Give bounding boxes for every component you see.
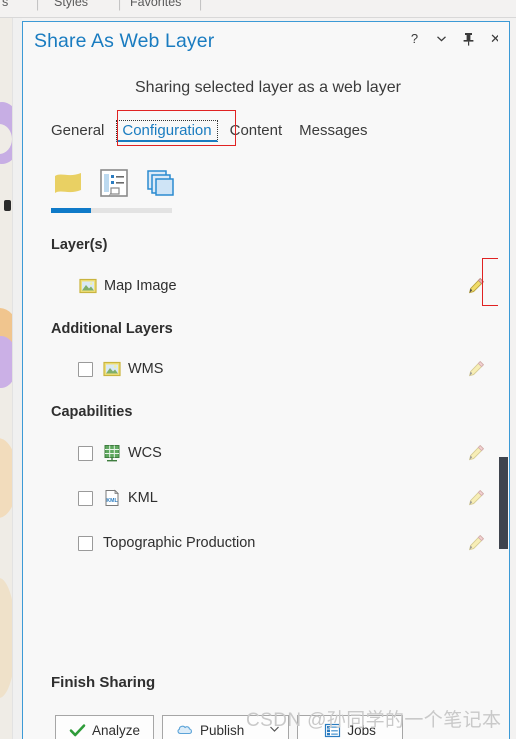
list-item-topographic-production[interactable]: Topographic Production (51, 528, 495, 558)
map-image-icon (79, 277, 97, 295)
map-vertical-scrollbar[interactable] (12, 18, 22, 739)
list-item-wms[interactable]: WMS (51, 354, 495, 384)
tab-bar: General Configuration Content Messages (46, 120, 380, 142)
ribbon-tab-favorites[interactable]: Favorites (130, 0, 181, 9)
chevron-down-glyph (437, 36, 446, 42)
window-controls: ? ✕ (407, 31, 503, 46)
pane-subtitle: Sharing selected layer as a web layer (135, 79, 401, 96)
ribbon-separator-1: | (118, 0, 122, 11)
edit-pencil-icon-map-image[interactable] (465, 275, 487, 297)
ribbon-tab-0[interactable]: s (2, 0, 8, 9)
tab-messages[interactable]: Messages (294, 121, 372, 142)
section-title-additional-layers: Additional Layers (51, 321, 173, 337)
edit-pencil-icon-topographic-production[interactable] (465, 532, 487, 554)
checkbox-topographic-production[interactable] (78, 535, 93, 551)
map-background-sliver (0, 18, 22, 739)
configuration-icon-strip (51, 166, 177, 200)
checkbox-kml[interactable] (78, 490, 93, 506)
list-item-label: Map Image (104, 278, 177, 294)
jobs-button[interactable]: Jobs (297, 715, 403, 739)
wcs-grid-icon (103, 444, 121, 462)
list-item-label: KML (128, 490, 158, 506)
checkbox-wms[interactable] (78, 361, 93, 377)
screen: s | Styles | Favorites | Share As Web La… (0, 0, 516, 739)
finish-sharing-button-row: Analyze Publish Jobs (55, 715, 403, 739)
edit-pencil-icon-wms[interactable] (465, 358, 487, 380)
list-item-wcs[interactable]: WCS (51, 438, 495, 468)
checkbox-wcs[interactable] (78, 445, 93, 461)
edit-pencil-icon-wcs[interactable] (465, 442, 487, 464)
chevron-down-icon[interactable] (269, 725, 280, 735)
analyze-button-label: Analyze (92, 722, 141, 738)
map-layer-icon[interactable] (51, 166, 85, 200)
copies-icon[interactable] (143, 166, 177, 200)
list-item-map-image[interactable]: Map Image (51, 271, 495, 301)
publish-button[interactable]: Publish (162, 715, 290, 739)
jobs-button-label: Jobs (347, 722, 376, 738)
map-image-icon (103, 360, 121, 378)
share-as-web-layer-pane: Share As Web Layer ? ✕ Sharing selected … (22, 21, 510, 739)
edit-pencil-icon-kml[interactable] (465, 487, 487, 509)
publish-button-label: Publish (200, 722, 245, 738)
list-item-kml[interactable]: KML KML (51, 483, 495, 513)
analyze-button[interactable]: Analyze (55, 715, 155, 739)
list-item-label: WCS (128, 445, 162, 461)
section-title-capabilities: Capabilities (51, 404, 133, 420)
list-item-label: WMS (128, 361, 164, 377)
list-item-label: Topographic Production (103, 535, 256, 551)
ribbon-separator-0: | (36, 0, 40, 11)
tab-content[interactable]: Content (225, 121, 288, 142)
tab-configuration[interactable]: Configuration (116, 120, 218, 142)
section-title-layers: Layer(s) (51, 237, 108, 253)
ribbon-tab-styles[interactable]: Styles (54, 0, 88, 9)
cloud-icon (176, 722, 193, 739)
pin-icon[interactable] (461, 31, 476, 46)
green-check-icon (69, 722, 86, 739)
pane-header: Share As Web Layer ? ✕ (23, 22, 509, 58)
svg-text:KML: KML (106, 498, 118, 504)
section-title-finish-sharing: Finish Sharing (51, 674, 156, 691)
configuration-progress-bar[interactable] (51, 208, 172, 213)
chevron-down-icon[interactable] (434, 31, 449, 46)
kml-file-icon: KML (103, 489, 121, 507)
ribbon-strip: s | Styles | Favorites | (0, 0, 516, 18)
pane-vertical-scrollbar[interactable] (498, 22, 509, 739)
ribbon-separator-2: | (199, 0, 203, 11)
report-icon[interactable] (97, 166, 131, 200)
pin-glyph (463, 32, 474, 46)
tab-general[interactable]: General (46, 121, 109, 142)
scrollbar-thumb[interactable] (499, 457, 508, 549)
help-icon[interactable]: ? (407, 31, 422, 46)
jobs-list-icon (324, 722, 341, 739)
